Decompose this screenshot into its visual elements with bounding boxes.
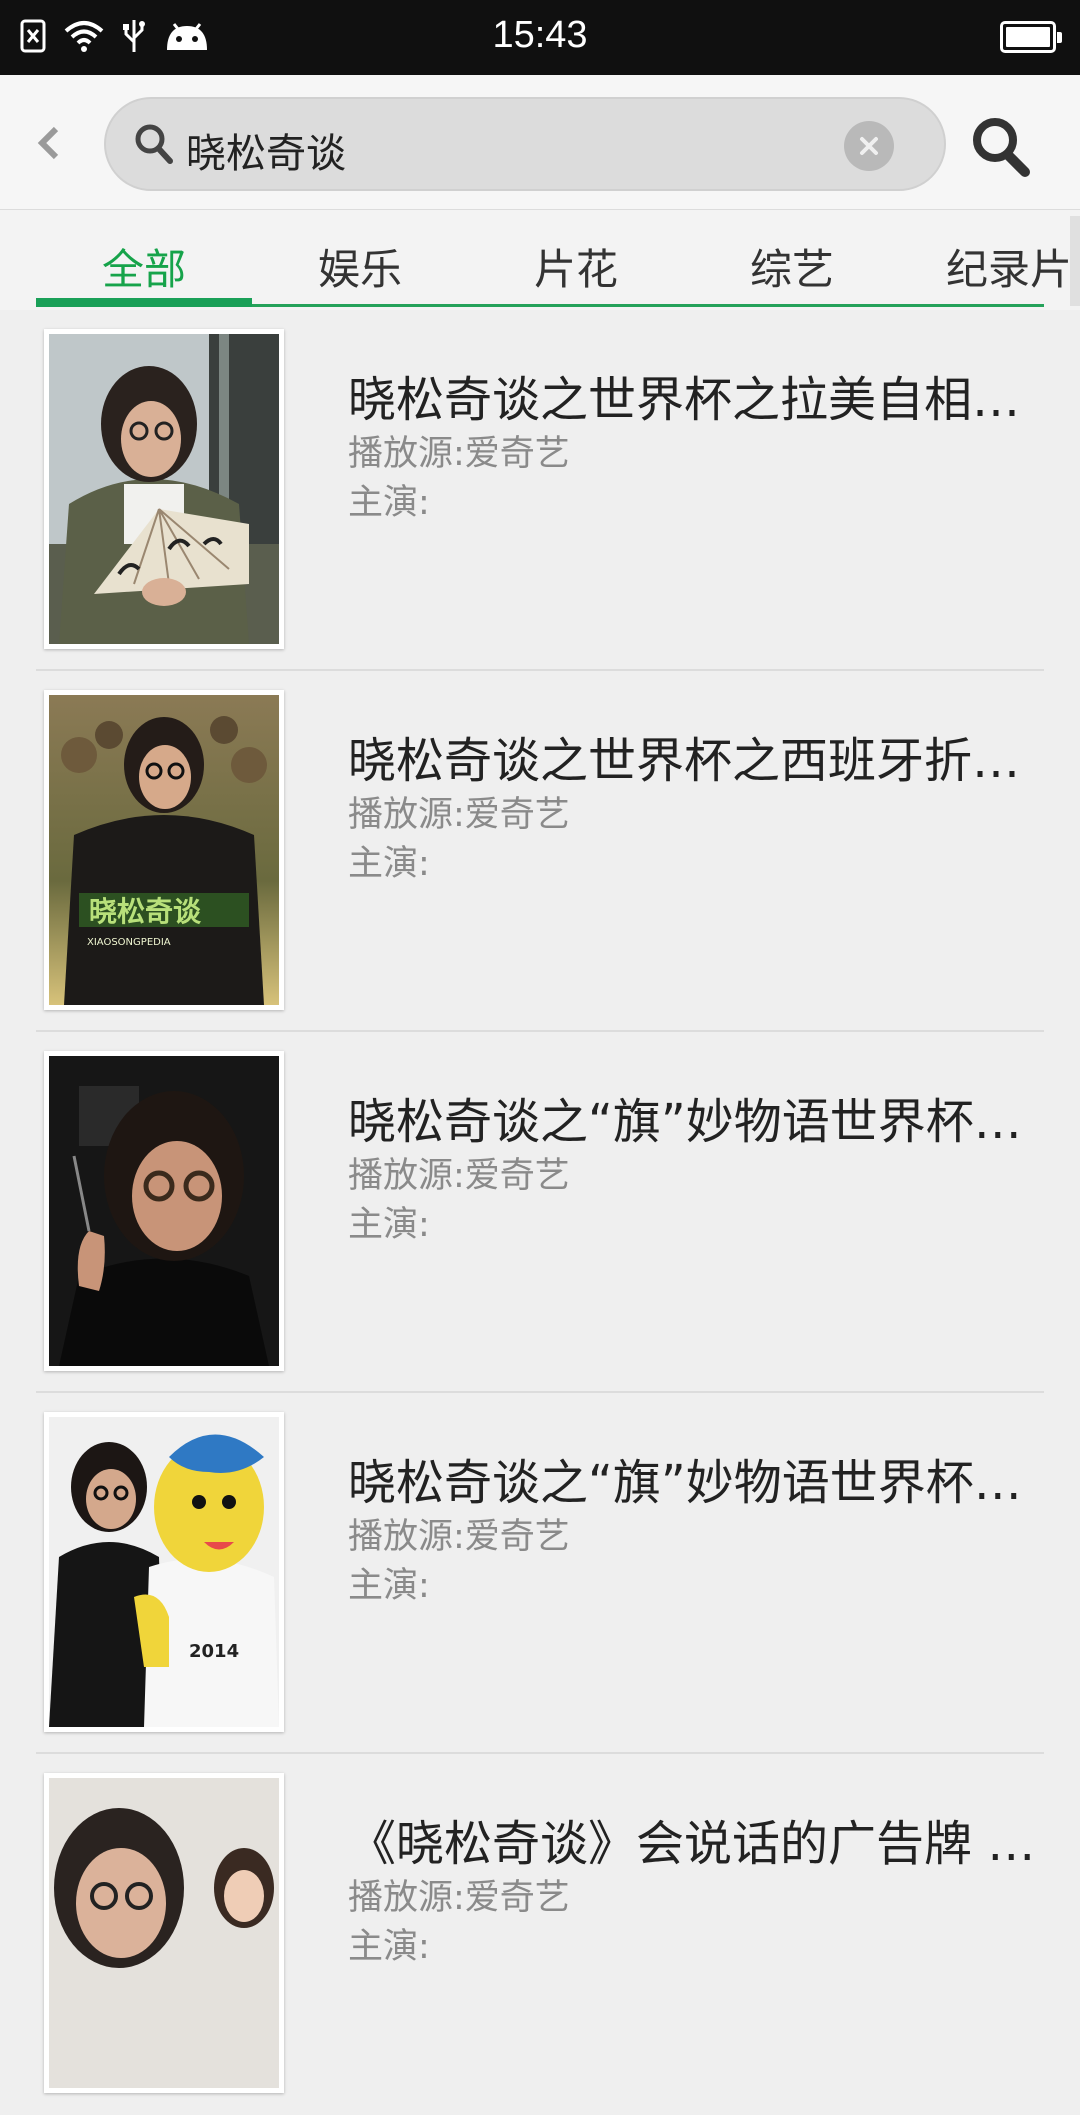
list-item[interactable]: 2014 晓松奇谈之“旗”妙物语世界杯… 播放源:爱奇艺 主演: [0, 1393, 1080, 1754]
tab-documentary[interactable]: 纪录片 [946, 236, 1072, 297]
list-item[interactable]: 《晓松奇谈》会说话的广告牌 … 播放源:爱奇艺 主演: [0, 1754, 1080, 2115]
close-icon [860, 137, 878, 155]
status-bar: 15:43 [0, 0, 1080, 75]
result-cast: 主演: [348, 844, 430, 884]
result-title[interactable]: 晓松奇谈之“旗”妙物语世界杯… [348, 1082, 1038, 1152]
tab-all[interactable]: 全部 [102, 236, 186, 297]
svg-text:2014: 2014 [189, 1641, 239, 1662]
tab-trailer[interactable]: 片花 [534, 236, 618, 297]
result-cast: 主演: [348, 1205, 430, 1245]
video-thumbnail[interactable]: 2014 [44, 1412, 284, 1732]
video-thumbnail[interactable] [44, 329, 284, 649]
search-query-text: 晓松奇谈 [186, 131, 346, 177]
list-item[interactable]: 晓松奇谈之“旗”妙物语世界杯… 播放源:爱奇艺 主演: [0, 1032, 1080, 1393]
chevron-left-icon [37, 126, 59, 160]
result-cast: 主演: [348, 1566, 430, 1606]
result-source: 播放源:爱奇艺 [348, 795, 570, 835]
clear-search-button[interactable] [844, 121, 894, 171]
back-button[interactable] [22, 115, 72, 171]
list-item[interactable]: 晓松奇谈 XIAOSONGPEDIA 晓松奇谈之世界杯之西班牙折… 播放源:爱奇… [0, 671, 1080, 1032]
tab-variety[interactable]: 综艺 [750, 236, 834, 297]
result-title[interactable]: 晓松奇谈之世界杯之拉美自相… [348, 360, 1038, 430]
list-item[interactable]: 晓松奇谈之世界杯之拉美自相… 播放源:爱奇艺 主演: [0, 310, 1080, 671]
tabs-scroll-edge [1070, 216, 1080, 306]
result-cast: 主演: [348, 483, 430, 523]
result-title[interactable]: 《晓松奇谈》会说话的广告牌 … [348, 1804, 1038, 1874]
search-input[interactable]: 晓松奇谈 [104, 97, 946, 191]
video-thumbnail[interactable]: 晓松奇谈 XIAOSONGPEDIA [44, 690, 284, 1010]
search-header: 晓松奇谈 [0, 75, 1080, 210]
category-tabs: 全部 娱乐 片花 综艺 纪录片 [0, 210, 1080, 310]
video-thumbnail[interactable] [44, 1773, 284, 2093]
result-source: 播放源:爱奇艺 [348, 1517, 570, 1557]
result-cast: 主演: [348, 1927, 430, 1967]
result-title[interactable]: 晓松奇谈之“旗”妙物语世界杯… [348, 1443, 1038, 1513]
result-source: 播放源:爱奇艺 [348, 434, 570, 474]
result-source: 播放源:爱奇艺 [348, 1156, 570, 1196]
video-thumbnail[interactable] [44, 1051, 284, 1371]
search-icon [134, 123, 174, 169]
search-icon [973, 118, 1030, 177]
thumbnail-logo-sub: XIAOSONGPEDIA [87, 937, 171, 948]
tab-entertainment[interactable]: 娱乐 [318, 236, 402, 297]
search-button[interactable] [968, 113, 1034, 179]
thumbnail-logo: 晓松奇谈 [89, 895, 202, 928]
results-list: 晓松奇谈之世界杯之拉美自相… 播放源:爱奇艺 主演: 晓松奇谈 XIAOSONG… [0, 310, 1080, 2115]
status-time: 15:43 [492, 14, 588, 56]
result-title[interactable]: 晓松奇谈之世界杯之西班牙折… [348, 721, 1038, 791]
battery-icon [1000, 21, 1062, 53]
result-source: 播放源:爱奇艺 [348, 1878, 570, 1918]
active-tab-indicator [36, 298, 252, 307]
